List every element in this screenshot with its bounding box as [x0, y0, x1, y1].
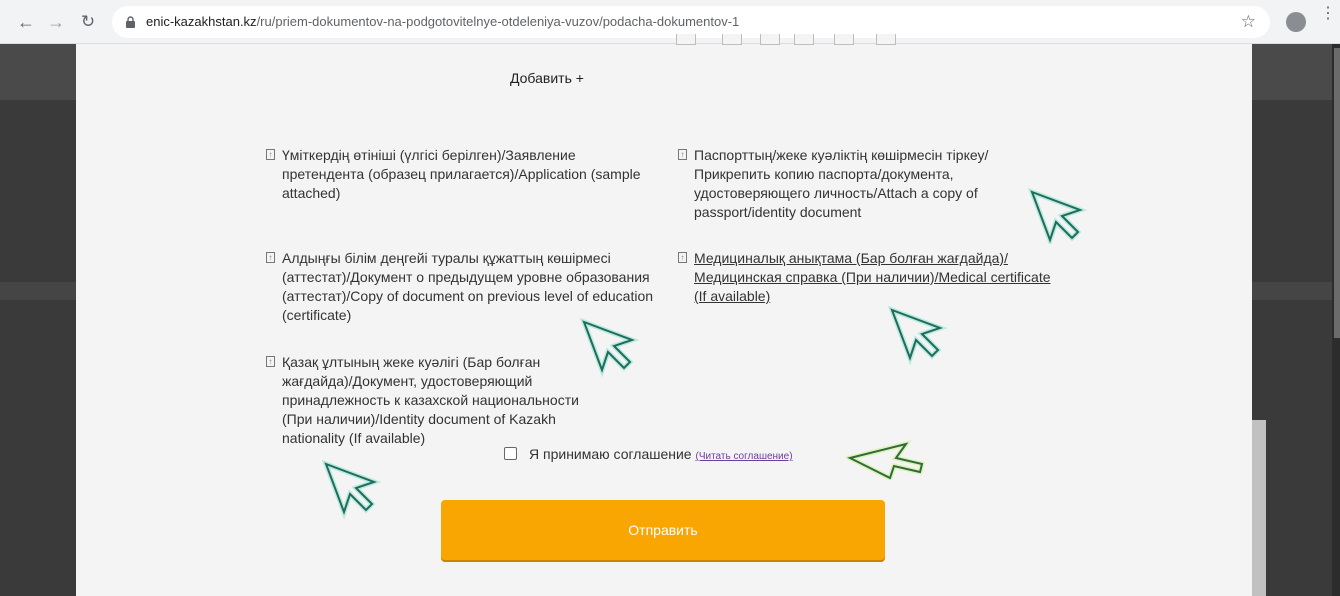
url-text: enic-kazakhstan.kz/ru/priem-dokumentov-n…: [146, 14, 739, 29]
add-button[interactable]: Добавить +: [510, 70, 584, 86]
document-label: Алдыңғы білім деңгейі туралы құжаттың кө…: [282, 250, 654, 323]
arrow-cursor-icon: [322, 460, 382, 520]
star-icon[interactable]: ☆: [1241, 12, 1256, 32]
page-scrollbar-thumb[interactable]: [1334, 48, 1340, 338]
reload-icon[interactable]: ↻: [78, 12, 98, 32]
document-item-nationality[interactable]: ↑ Қазақ ұлтының жеке куәлігі (Бар болған…: [266, 353, 606, 448]
lock-icon: [126, 16, 135, 28]
file-icon: ↑: [678, 149, 687, 160]
file-slot: [722, 34, 742, 45]
arrow-cursor-icon: [1028, 188, 1088, 244]
document-item-application[interactable]: ↑ Үміткердің өтініші (үлгісі берілген)/З…: [266, 146, 646, 203]
document-item-medical[interactable]: ↑ Медициналық анықтама (Бар болған жағда…: [678, 249, 1058, 306]
file-slot: [834, 34, 854, 45]
forward-icon[interactable]: →: [46, 12, 66, 32]
agreement-label: Я принимаю соглашение: [529, 446, 692, 462]
file-icon: ↑: [266, 356, 275, 367]
arrow-cursor-icon: [580, 318, 640, 378]
file-icon: ↑: [266, 252, 275, 263]
document-link-label[interactable]: Медициналық анықтама (Бар болған жағдайд…: [678, 249, 1058, 306]
url-path: /ru/priem-dokumentov-na-podgotovitelnye-…: [256, 14, 740, 29]
profile-icon[interactable]: [1286, 12, 1306, 32]
menu-icon[interactable]: ⋮: [1320, 6, 1336, 22]
file-slot: [794, 34, 814, 45]
document-label: Қазақ ұлтының жеке куәлігі (Бар болған ж…: [282, 354, 579, 446]
arrow-cursor-icon: [888, 306, 948, 366]
url-host: enic-kazakhstan.kz: [146, 14, 257, 29]
agreement-row: Я принимаю соглашение (Читать соглашение…: [504, 446, 793, 462]
back-icon[interactable]: ←: [16, 12, 36, 32]
document-label: Үміткердің өтініші (үлгісі берілген)/Зая…: [282, 147, 641, 201]
file-slot: [676, 34, 696, 45]
document-label: Паспорттың/жеке куәліктің көшірмесін тір…: [694, 147, 989, 220]
file-icon: ↑: [678, 252, 687, 263]
document-item-education[interactable]: ↑ Алдыңғы білім деңгейі туралы құжаттың …: [266, 249, 676, 325]
content-scrollbar-thumb[interactable]: [1252, 420, 1266, 596]
file-slot: [876, 34, 896, 45]
submit-button[interactable]: Отправить: [441, 500, 885, 560]
browser-toolbar: ← → ↻ enic-kazakhstan.kz/ru/priem-dokume…: [0, 0, 1340, 44]
read-agreement-link[interactable]: (Читать соглашение): [695, 451, 792, 462]
document-item-passport[interactable]: ↑ Паспорттың/жеке куәліктің көшірмесін т…: [678, 146, 1053, 222]
file-slot: [760, 34, 780, 45]
file-icon: ↑: [266, 149, 275, 160]
agreement-checkbox[interactable]: [504, 447, 517, 460]
arrow-cursor-icon: [846, 440, 926, 480]
